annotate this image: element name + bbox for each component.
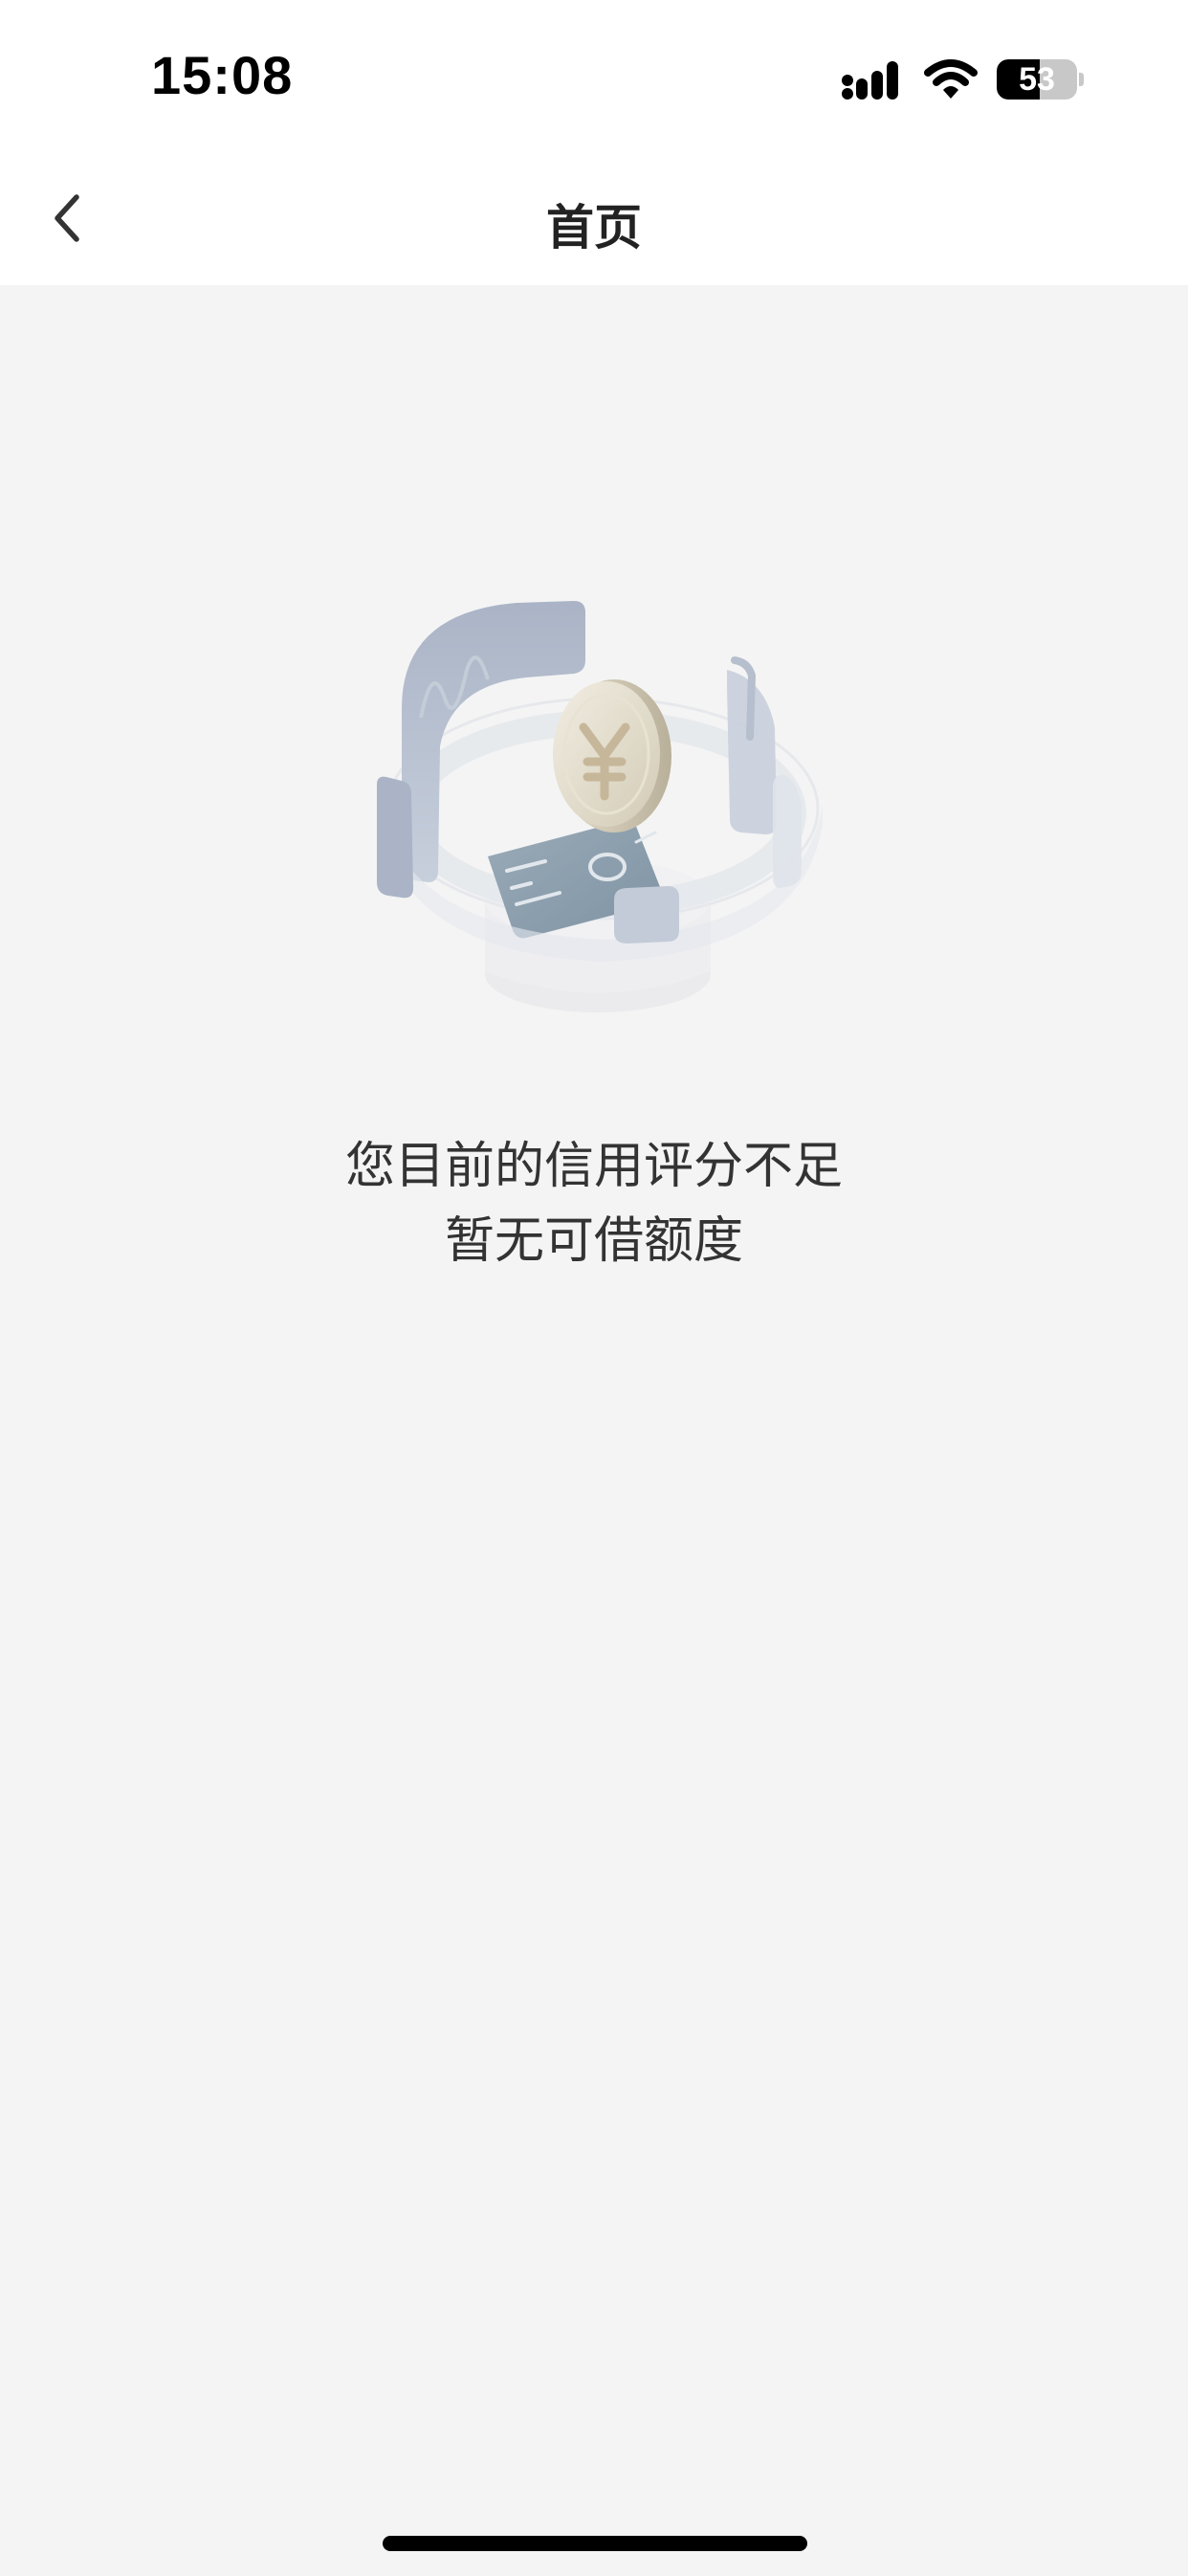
coin-card-illustration bbox=[377, 601, 823, 1012]
page-title: 首页 bbox=[546, 200, 642, 255]
battery-level: 53 bbox=[1019, 61, 1055, 98]
signal-icon bbox=[842, 61, 898, 100]
nav-bar: 首页 bbox=[0, 153, 1188, 285]
empty-state-line-1: 您目前的信用评分不足 bbox=[344, 1138, 843, 1195]
empty-state-line-2: 暂无可借额度 bbox=[444, 1212, 743, 1270]
wifi-icon bbox=[924, 59, 978, 99]
home-indicator[interactable] bbox=[383, 2536, 807, 2551]
status-time: 15:08 bbox=[151, 45, 294, 105]
battery-icon: 53 bbox=[997, 59, 1084, 100]
empty-state-message: 您目前的信用评分不足 暂无可借额度 bbox=[0, 1129, 1188, 1278]
status-bar: 15:08 53 bbox=[0, 0, 1188, 153]
